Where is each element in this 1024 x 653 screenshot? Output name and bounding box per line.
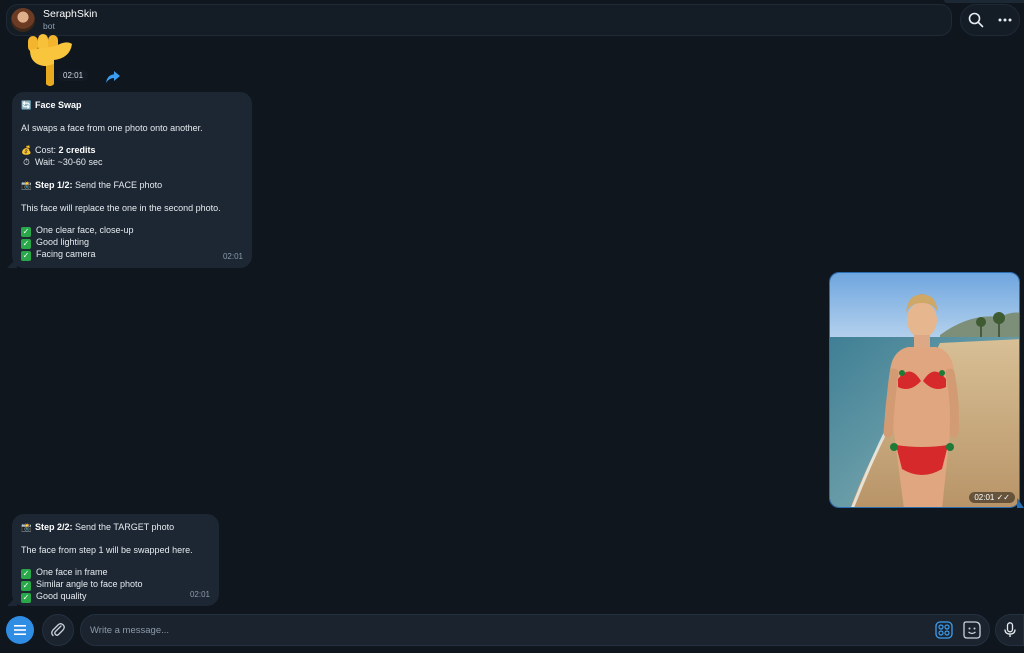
outgoing-photo[interactable]: 02:01 ✓✓ — [829, 272, 1020, 508]
check-item: ✓ One face in frame — [21, 567, 209, 580]
cost-label: Cost: — [35, 145, 59, 156]
check-icon: ✓ — [21, 239, 31, 250]
wait-text: Wait: ~30-60 sec — [35, 157, 103, 168]
check-text: Facing camera — [36, 249, 96, 260]
check-text: Similar angle to face photo — [36, 579, 143, 590]
check-icon: ✓ — [21, 251, 31, 262]
forward-icon[interactable] — [104, 68, 122, 86]
money-bag-icon: 💰 — [21, 145, 32, 156]
check-icon: ✓ — [21, 581, 31, 592]
step-note: The face from step 1 will be swapped her… — [21, 544, 193, 555]
step-note: This face will replace the one in the se… — [21, 202, 221, 213]
check-item: ✓ Facing camera — [21, 249, 242, 262]
check-text: One clear face, close-up — [36, 225, 134, 236]
photo-time-text: 02:01 — [974, 493, 995, 502]
sticker-icon[interactable] — [961, 619, 983, 641]
check-icon: ✓ — [21, 569, 31, 580]
photo-time: 02:01 ✓✓ — [969, 492, 1015, 503]
apps-icon[interactable] — [933, 619, 955, 641]
chat-title-block: SeraphSkin bot — [43, 8, 97, 32]
face-swap-icon: 🔄 — [21, 100, 32, 110]
attach-icon — [51, 623, 65, 637]
bubble-tail — [7, 258, 17, 268]
chat-title: SeraphSkin — [43, 8, 98, 20]
message-input[interactable] — [81, 615, 933, 645]
attach-button[interactable] — [42, 614, 74, 646]
check-item: ✓ One clear face, close-up — [21, 225, 242, 238]
message-time: 02:01 — [189, 590, 210, 600]
check-text: One face in frame — [36, 567, 108, 578]
menu-button[interactable] — [6, 616, 34, 644]
cost-line: 💰 Cost: 2 credits — [21, 145, 242, 157]
chat-header[interactable]: SeraphSkin bot — [6, 4, 952, 36]
message-bubble-step-2[interactable]: 📸 Step 2/2: Send the TARGET photo The fac… — [7, 514, 219, 606]
camera-icon: 📸 — [21, 522, 32, 532]
wait-line: ⏱ Wait: ~30-60 sec — [21, 157, 242, 169]
message-composer[interactable] — [80, 614, 990, 646]
step-text: Send the TARGET photo — [72, 522, 175, 532]
stopwatch-icon: ⏱ — [23, 157, 30, 168]
message-time: 02:01 — [222, 252, 243, 262]
sticker-time: 02:01 — [58, 70, 89, 81]
message-title-line: 🔄 Face Swap — [21, 100, 242, 112]
step-line: 📸 Step 1/2: Send the FACE photo — [21, 180, 242, 192]
microphone-button[interactable] — [995, 614, 1024, 646]
check-item: ✓ Similar angle to face photo — [21, 579, 209, 592]
microphone-icon — [1003, 622, 1016, 637]
check-item: ✓ Good lighting — [21, 237, 242, 250]
bubble-tail — [7, 596, 17, 606]
step-label: Step 2/2: — [35, 522, 73, 532]
header-actions — [960, 4, 1020, 36]
cost-value: 2 credits — [58, 145, 96, 156]
step-text: Send the FACE photo — [72, 179, 163, 190]
search-icon[interactable] — [964, 8, 988, 32]
top-edge-panel — [944, 0, 1024, 3]
check-text: Good lighting — [36, 237, 90, 248]
check-icon: ✓ — [21, 227, 31, 238]
check-text: Good quality — [36, 591, 87, 602]
message-bubble-face-swap[interactable]: 🔄 Face Swap AI swaps a face from one phot… — [7, 92, 252, 268]
avatar[interactable] — [11, 8, 35, 32]
message-title: Face Swap — [35, 100, 82, 110]
message-intro: AI swaps a face from one photo onto anot… — [21, 122, 203, 133]
step-label: Step 1/2: — [35, 179, 73, 190]
step-line: 📸 Step 2/2: Send the TARGET photo — [21, 522, 209, 534]
camera-icon: 📸 — [21, 179, 32, 190]
check-item: ✓ Good quality — [21, 591, 209, 604]
check-icon: ✓ — [21, 593, 31, 604]
double-check-icon: ✓✓ — [996, 493, 1010, 502]
more-icon[interactable] — [993, 8, 1017, 32]
beach-photo-image — [830, 273, 1019, 507]
photo-tail — [1017, 498, 1024, 508]
menu-icon — [14, 625, 26, 635]
